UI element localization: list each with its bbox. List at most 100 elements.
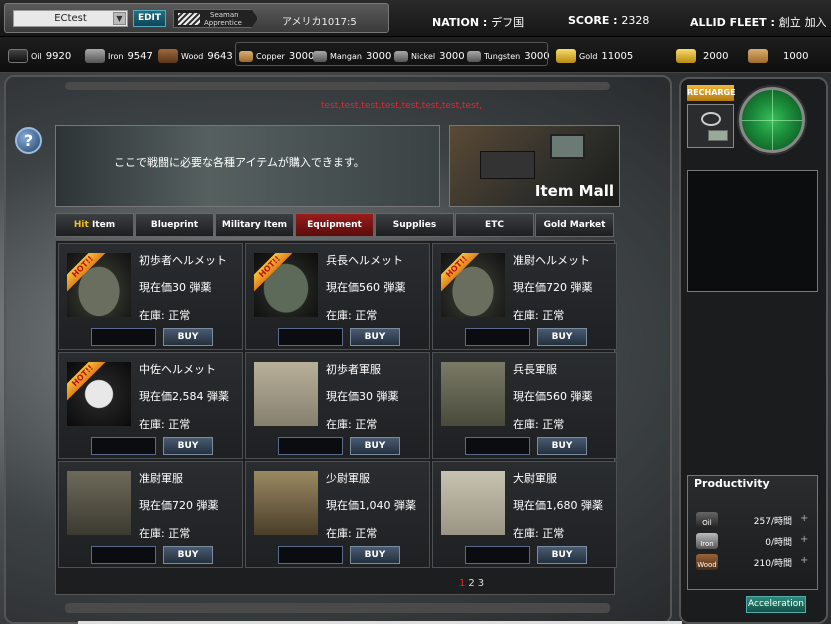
buy-button[interactable]: BUY [163, 437, 213, 455]
rank-line2: Apprentice [204, 19, 242, 27]
item-image[interactable]: HOT!! [67, 362, 131, 426]
item-image[interactable]: HOT!! [441, 253, 505, 317]
productivity-row-oil: Oil 257/時間 + [696, 512, 816, 528]
gold-label: Gold [579, 51, 598, 61]
resource-wood: Wood 9643 [158, 47, 233, 65]
quantity-input[interactable] [465, 328, 530, 346]
edit-button[interactable]: EDIT [133, 10, 166, 27]
productivity-row-iron: Iron 0/時間 + [696, 533, 816, 549]
pagination: 123 [459, 578, 487, 589]
item-price: 現在価30 弾薬 [139, 281, 212, 294]
productivity-oil-value: 257/時間 [753, 517, 792, 527]
score-value: 2328 [621, 14, 650, 27]
tab-gold-market[interactable]: Gold Market [535, 213, 614, 237]
productivity-panel: Productivity Oil 257/時間 + Iron 0/時間 + Wo… [687, 475, 818, 590]
fleet-create-link[interactable]: 創立 [779, 16, 801, 29]
item-grid: HOT!! 初歩者ヘルメット 現在価30 弾薬 在庫: 正常 BUY HOT!!… [55, 240, 617, 595]
item-image[interactable]: HOT!! [67, 253, 131, 317]
radar-icon[interactable] [739, 87, 805, 153]
resource-gold: Gold 11005 [556, 47, 633, 65]
rank-insignia-icon [178, 13, 200, 25]
buy-button[interactable]: BUY [537, 546, 587, 564]
quantity-input[interactable] [278, 437, 343, 455]
item-price: 現在価1,040 弾薬 [326, 499, 416, 512]
nation-value[interactable]: デフ国 [491, 16, 524, 29]
iron-label: Iron [108, 51, 124, 61]
item-image[interactable] [254, 362, 318, 426]
acceleration-button[interactable]: Acceleration [746, 596, 806, 613]
quantity-input[interactable] [91, 328, 156, 346]
tab-supplies[interactable]: Supplies [375, 213, 454, 237]
item-image[interactable] [67, 471, 131, 535]
frame-rail-top [65, 82, 610, 90]
item-card: HOT!! 初歩者ヘルメット 現在価30 弾薬 在庫: 正常 BUY [58, 243, 243, 350]
item-card: HOT!! 准尉ヘルメット 現在価720 弾薬 在庫: 正常 BUY [432, 243, 617, 350]
tab-etc[interactable]: ETC [455, 213, 534, 237]
buy-button[interactable]: BUY [350, 328, 400, 346]
quantity-input[interactable] [278, 328, 343, 346]
tab-hit-prefix: Hit [73, 220, 89, 230]
item-stock: 在庫: 正常 [513, 527, 565, 540]
tab-hit-label: Item [88, 220, 116, 230]
item-price: 現在価2,584 弾薬 [139, 390, 229, 403]
quantity-input[interactable] [91, 437, 156, 455]
buy-button[interactable]: BUY [163, 328, 213, 346]
resource-ticket2: 1000 [748, 47, 808, 65]
username-select[interactable]: ECtest ▼ [13, 10, 128, 27]
ticket2-value: 1000 [783, 50, 809, 62]
productivity-wood-label: Wood [697, 561, 717, 569]
hot-badge: HOT!! [441, 253, 483, 293]
item-card: 兵長軍服 現在価560 弾薬 在庫: 正常 BUY [432, 352, 617, 459]
item-image[interactable] [254, 471, 318, 535]
buy-button[interactable]: BUY [350, 546, 400, 564]
hot-badge: HOT!! [254, 253, 296, 293]
quantity-input[interactable] [278, 546, 343, 564]
page-link-1[interactable]: 1 [459, 578, 465, 589]
item-name: 中佐ヘルメット [139, 363, 216, 376]
item-price: 現在価560 弾薬 [326, 281, 406, 294]
nation-label: NATION : [432, 16, 488, 29]
plus-icon[interactable]: + [800, 513, 808, 524]
ticket1-value: 2000 [703, 50, 729, 62]
fleet-join-link[interactable]: 加入 [805, 16, 827, 29]
tab-blueprint[interactable]: Blueprint [135, 213, 214, 237]
quantity-input[interactable] [465, 546, 530, 564]
item-stock: 在庫: 正常 [139, 527, 191, 540]
item-name: 初歩者ヘルメット [139, 254, 227, 267]
item-name: 兵長ヘルメット [326, 254, 403, 267]
plus-icon[interactable]: + [800, 534, 808, 545]
monitor-icon [550, 134, 585, 159]
quantity-input[interactable] [465, 437, 530, 455]
tab-equipment[interactable]: Equipment [295, 213, 374, 237]
page-link-3[interactable]: 3 [478, 578, 484, 589]
item-card: HOT!! 兵長ヘルメット 現在価560 弾薬 在庫: 正常 BUY [245, 243, 430, 350]
item-price: 現在価720 弾薬 [513, 281, 593, 294]
item-image[interactable]: HOT!! [254, 253, 318, 317]
frame-rail-bottom [65, 603, 610, 613]
productivity-wood-value: 210/時間 [753, 559, 792, 569]
buy-button[interactable]: BUY [537, 437, 587, 455]
chat-button[interactable] [687, 104, 734, 148]
plus-icon[interactable]: + [800, 555, 808, 566]
tab-military-item[interactable]: Military Item [215, 213, 294, 237]
tab-hit-item[interactable]: Hit Item [55, 213, 134, 237]
quantity-input[interactable] [91, 546, 156, 564]
nation-coordinates: アメリカ1017:5 [282, 17, 357, 28]
buy-button[interactable]: BUY [537, 328, 587, 346]
buy-button[interactable]: BUY [350, 437, 400, 455]
page-link-2[interactable]: 2 [468, 578, 474, 589]
buy-button[interactable]: BUY [163, 546, 213, 564]
oil-icon [8, 49, 28, 63]
help-icon[interactable]: ? [15, 127, 42, 154]
item-image[interactable] [441, 362, 505, 426]
recharge-button[interactable]: RECHARGE [687, 85, 736, 101]
item-stock: 在庫: 正常 [326, 309, 378, 322]
item-card: 大尉軍服 現在価1,680 弾薬 在庫: 正常 BUY [432, 461, 617, 568]
item-price: 現在価1,680 弾薬 [513, 499, 603, 512]
shop-banner: ここで戦闘に必要な各種アイテムが購入できます。 [55, 125, 440, 207]
chevron-down-icon[interactable]: ▼ [113, 12, 126, 25]
item-image[interactable] [441, 471, 505, 535]
productivity-iron-value: 0/時間 [765, 538, 792, 548]
score-label: SCORE : [568, 14, 618, 27]
username: ECtest [54, 13, 87, 24]
